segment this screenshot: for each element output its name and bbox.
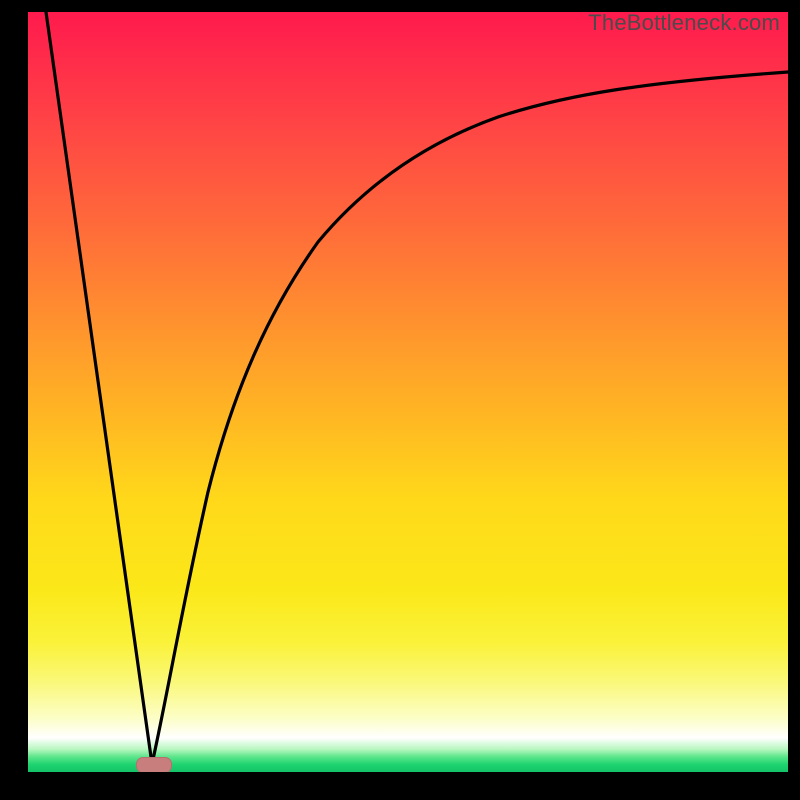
watermark-text: TheBottleneck.com <box>588 12 780 36</box>
curve-layer <box>28 12 788 772</box>
curve-right-rise <box>152 72 788 764</box>
curve-left-descent <box>46 12 152 764</box>
minimum-marker <box>136 757 172 772</box>
plot-area: TheBottleneck.com <box>28 12 788 772</box>
chart-frame: TheBottleneck.com <box>0 0 800 800</box>
